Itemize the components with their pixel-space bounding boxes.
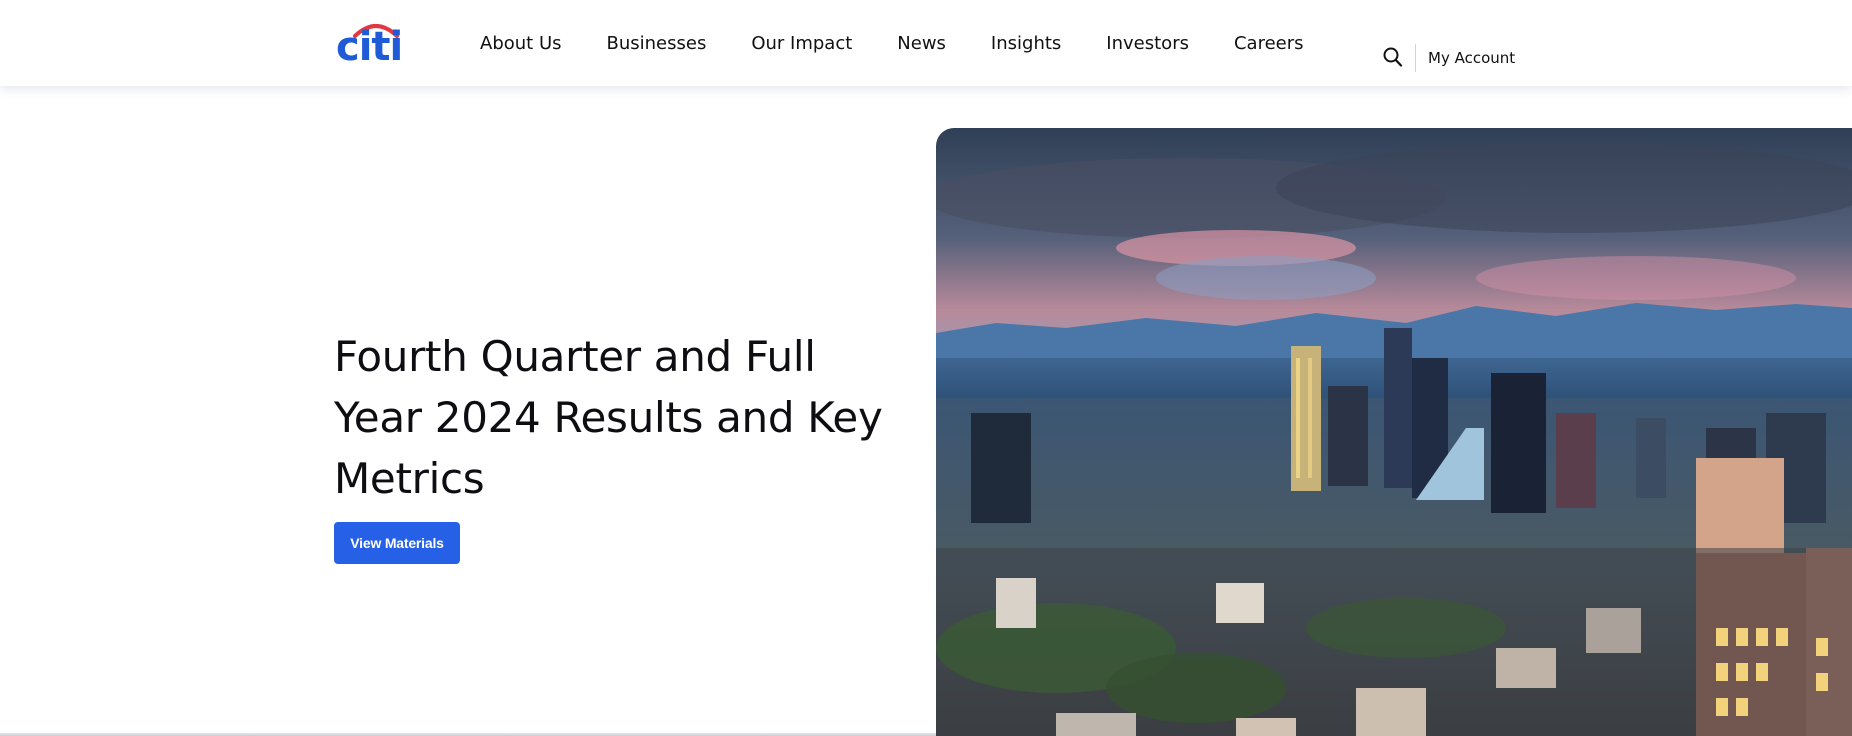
citi-logo[interactable]: citi (336, 22, 404, 68)
site-header: citi About Us Businesses Our Impact News… (0, 0, 1852, 86)
nav-item-insights[interactable]: Insights (991, 33, 1061, 54)
header-divider (1415, 44, 1416, 72)
view-materials-button[interactable]: View Materials (334, 522, 460, 564)
logo-text: citi (336, 24, 403, 70)
my-account-link[interactable]: My Account (1428, 49, 1515, 67)
hero-title: Fourth Quarter and Full Year 2024 Result… (334, 332, 883, 503)
nav-item-about-us[interactable]: About Us (480, 33, 562, 54)
nav-item-news[interactable]: News (897, 33, 946, 54)
nav-item-businesses[interactable]: Businesses (607, 33, 707, 54)
nav-item-investors[interactable]: Investors (1106, 33, 1189, 54)
hero-city-skyline-image (936, 128, 1852, 736)
nav-item-our-impact[interactable]: Our Impact (751, 33, 852, 54)
nav-item-careers[interactable]: Careers (1234, 33, 1304, 54)
search-button[interactable] (1382, 46, 1404, 70)
search-icon (1383, 47, 1403, 67)
main-nav: About Us Businesses Our Impact News Insi… (480, 0, 1304, 86)
